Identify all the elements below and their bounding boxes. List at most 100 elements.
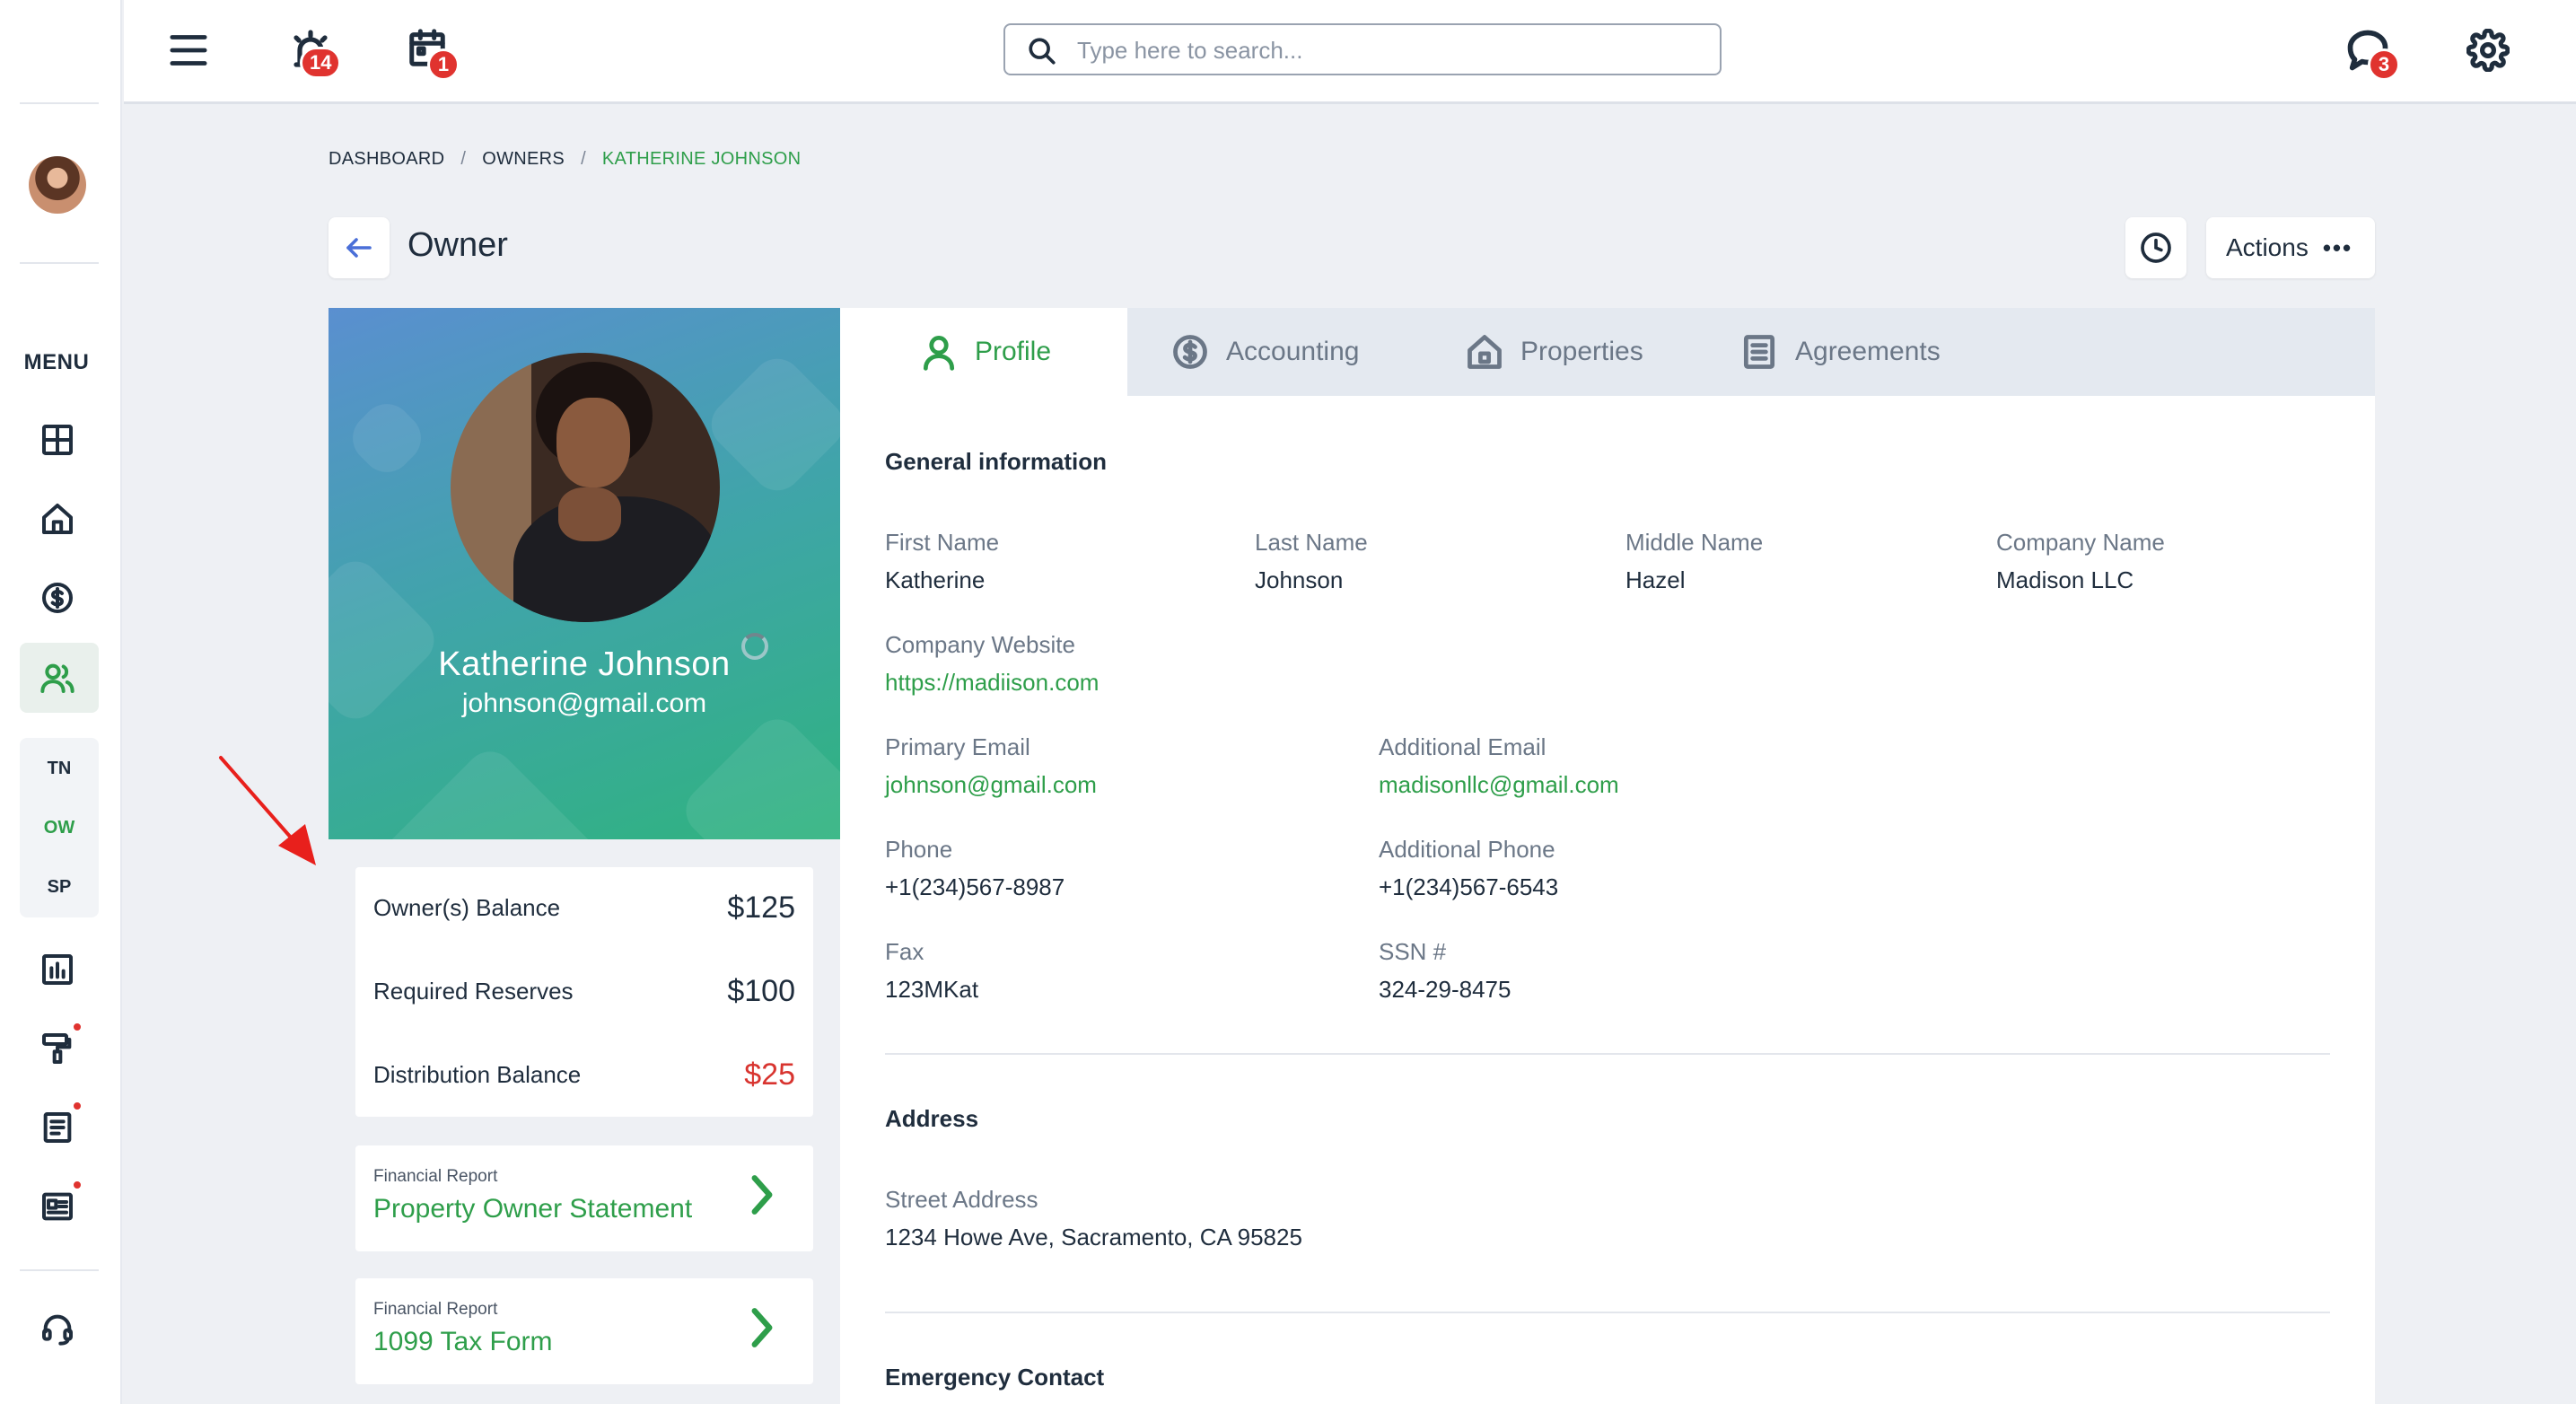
report-card-owner-statement[interactable]: Financial Report Property Owner Statemen… <box>355 1145 813 1251</box>
decorative-shape <box>342 393 432 483</box>
section-divider <box>885 1312 2330 1313</box>
street-address-value: 1234 Howe Ave, Sacramento, CA 95825 <box>885 1224 1302 1250</box>
paint-roller-icon[interactable] <box>36 1027 79 1070</box>
chevron-right-icon[interactable] <box>747 1172 777 1222</box>
last-name-value: Johnson <box>1255 566 1344 593</box>
report-card-1099[interactable]: Financial Report 1099 Tax Form <box>355 1278 813 1384</box>
search-icon <box>1027 36 1057 71</box>
page-title: Owner <box>407 226 508 264</box>
submenu-owners[interactable]: OW <box>20 818 99 838</box>
notification-dot <box>72 1180 83 1190</box>
additional-email-link[interactable]: madisonllc@gmail.com <box>1379 771 1619 799</box>
tab-properties[interactable]: Properties <box>1465 308 1643 396</box>
website-link[interactable]: https://madiison.com <box>885 669 1099 697</box>
more-dots-icon: ••• <box>2322 233 2353 261</box>
section-divider <box>885 1053 2330 1055</box>
submenu-service-pros[interactable]: SP <box>20 877 99 898</box>
balance-value: $125 <box>727 891 795 925</box>
balances-card: Owner(s) Balance $125 Required Reserves … <box>355 867 813 1117</box>
website-label: Company Website <box>885 631 1075 658</box>
ssn-label: SSN # <box>1379 938 1447 965</box>
breadcrumb: DASHBOARD / OWNERS / KATHERINE JOHNSON <box>329 149 801 170</box>
balance-row: Required Reserves $100 <box>373 974 795 1009</box>
breadcrumb-dashboard[interactable]: DASHBOARD <box>329 149 444 170</box>
tab-profile[interactable]: Profile <box>840 308 1127 396</box>
report-title: 1099 Tax Form <box>373 1327 553 1356</box>
actions-button[interactable]: Actions ••• <box>2206 217 2375 278</box>
home-icon[interactable] <box>36 497 79 540</box>
topbar: 14 1 3 <box>124 0 2576 104</box>
balance-row: Owner(s) Balance $125 <box>373 891 795 926</box>
dashboard-icon[interactable] <box>36 418 79 461</box>
sidebar-divider <box>20 1269 99 1271</box>
dollar-circle-icon <box>1173 335 1207 369</box>
notification-dot <box>72 1101 83 1111</box>
users-icon[interactable] <box>36 656 79 699</box>
tab-label: Agreements <box>1795 337 1941 366</box>
fax-value: 123MKat <box>885 976 979 1003</box>
chevron-right-icon[interactable] <box>747 1305 777 1355</box>
balance-row: Distribution Balance $25 <box>373 1057 795 1092</box>
newspaper-icon[interactable] <box>36 1185 79 1228</box>
arrow-left-icon <box>346 238 372 258</box>
profile-name: Katherine Johnson <box>438 645 731 683</box>
history-button[interactable] <box>2125 217 2186 278</box>
tab-label: Properties <box>1520 337 1643 366</box>
clock-icon <box>2141 233 2171 263</box>
tab-bar: Profile Accounting Properties Agreements <box>840 308 2375 396</box>
settings-gear-icon[interactable] <box>2461 23 2515 77</box>
tab-agreements[interactable]: Agreements <box>1739 308 1941 396</box>
primary-email-link[interactable]: johnson@gmail.com <box>885 771 1097 799</box>
ssn-value: 324-29-8475 <box>1379 976 1511 1003</box>
annotation-arrow-icon <box>219 756 316 865</box>
section-title-emergency: Emergency Contact <box>885 1364 1105 1391</box>
additional-phone-value: +1(234)567-6543 <box>1379 873 1559 900</box>
middle-name-label: Middle Name <box>1625 529 1764 556</box>
dollar-icon[interactable] <box>36 576 79 619</box>
user-avatar[interactable] <box>29 156 86 214</box>
balance-label: Required Reserves <box>373 978 574 1005</box>
back-button[interactable] <box>329 217 390 278</box>
phone-label: Phone <box>885 836 953 863</box>
breadcrumb-current: KATHERINE JOHNSON <box>601 149 802 169</box>
additional-email-label: Additional Email <box>1379 733 1546 760</box>
first-name-label: First Name <box>885 529 1000 556</box>
report-kicker: Financial Report <box>373 1300 498 1319</box>
section-title-address: Address <box>885 1105 979 1132</box>
hamburger-menu-icon[interactable] <box>165 27 212 74</box>
chat-badge: 3 <box>2368 48 2400 81</box>
report-kicker: Financial Report <box>373 1167 498 1186</box>
street-address-label: Street Address <box>885 1186 1038 1213</box>
profile-card: Katherine Johnson johnson@gmail.com <box>329 308 840 839</box>
profile-photo <box>451 353 720 622</box>
section-title-general: General information <box>885 448 1108 475</box>
submenu-tenants[interactable]: TN <box>20 759 99 779</box>
user-icon <box>923 336 955 371</box>
tab-label: Accounting <box>1226 337 1360 366</box>
document-icon[interactable] <box>36 1106 79 1149</box>
agreement-doc-icon <box>1743 335 1775 369</box>
sidebar-divider <box>20 102 99 104</box>
search-box[interactable] <box>1003 23 1722 75</box>
breadcrumb-separator: / <box>460 149 467 169</box>
alarm-badge: 14 <box>300 47 342 79</box>
breadcrumb-owners[interactable]: OWNERS <box>482 149 565 170</box>
balance-label: Owner(s) Balance <box>373 894 561 921</box>
decorative-shape <box>675 708 840 839</box>
balance-value: $100 <box>727 974 795 1008</box>
phone-value: +1(234)567-8987 <box>885 873 1065 900</box>
house-icon <box>1468 335 1502 369</box>
search-input[interactable] <box>1077 34 1696 66</box>
company-name-label: Company Name <box>1996 529 2165 556</box>
company-name-value: Madison LLC <box>1996 566 2134 593</box>
main-panel: Profile Accounting Properties Agreements… <box>840 308 2375 1404</box>
decorative-shape <box>701 348 840 501</box>
headset-icon[interactable] <box>36 1307 79 1350</box>
first-name-value: Katherine <box>885 566 986 593</box>
tab-label: Profile <box>975 337 1052 366</box>
breadcrumb-separator: / <box>581 149 586 169</box>
sidebar-divider <box>20 262 99 264</box>
tab-accounting[interactable]: Accounting <box>1170 308 1359 396</box>
chart-icon[interactable] <box>36 948 79 991</box>
notification-dot <box>72 1022 83 1032</box>
